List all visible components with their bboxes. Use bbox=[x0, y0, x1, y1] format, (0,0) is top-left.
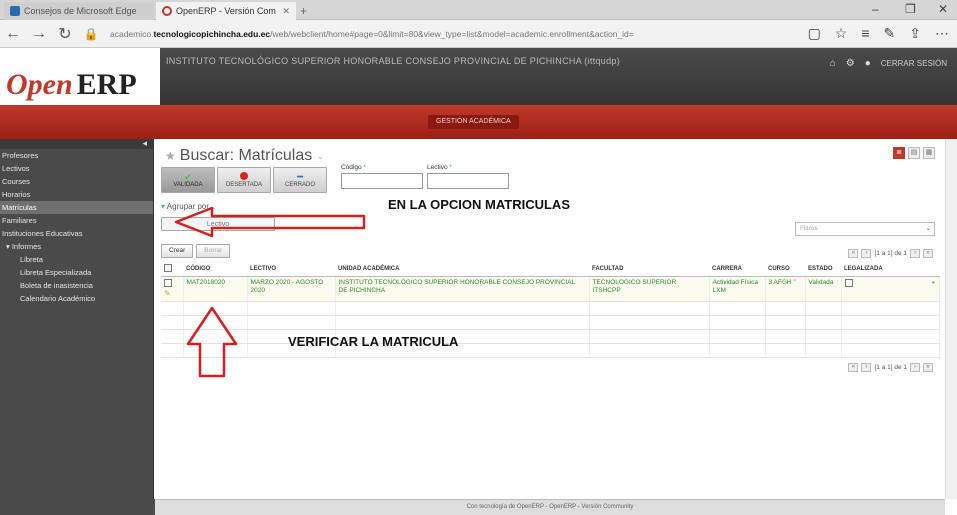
sidebar-footer bbox=[0, 499, 155, 515]
up-arrow-annotation bbox=[186, 306, 238, 378]
page-footer: Con tecnología de OpenERP - OpenERP - Ve… bbox=[155, 499, 945, 515]
left-arrow-annotation bbox=[174, 206, 366, 238]
annotation-arrows bbox=[174, 206, 366, 378]
